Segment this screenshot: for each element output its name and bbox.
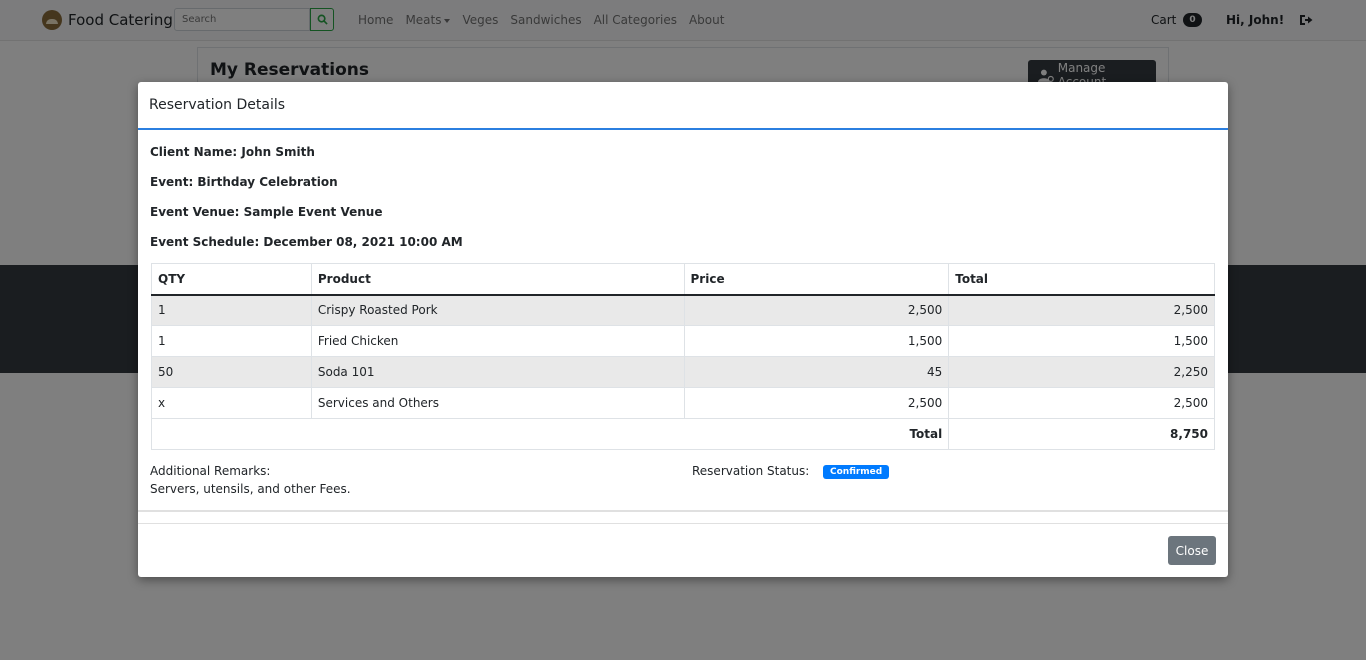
product-cell: Services and Others [310, 387, 685, 419]
event-schedule: Event Schedule: December 08, 2021 10:00 … [150, 235, 463, 249]
table-row: 50 Soda 101 45 2,250 [151, 356, 1215, 388]
price-cell: 2,500 [683, 294, 950, 326]
column-header-product: Product [310, 263, 685, 296]
modal-header: Reservation Details [138, 82, 1228, 130]
table-total-row: Total 8,750 [150, 418, 1215, 450]
event-venue: Event Venue: Sample Event Venue [150, 205, 383, 219]
modal-body-divider [138, 510, 1228, 512]
price-cell: 45 [683, 356, 950, 388]
reservation-details-modal: Reservation Details Client Name: John Sm… [138, 82, 1228, 577]
remarks-text: Servers, utensils, and other Fees. [150, 482, 351, 496]
qty-cell: 1 [151, 325, 312, 357]
product-cell: Crispy Roasted Pork [310, 294, 685, 326]
close-button[interactable]: Close [1168, 536, 1216, 565]
total-cell: 2,500 [948, 387, 1215, 419]
table-row: 1 Crispy Roasted Pork 2,500 2,500 [151, 294, 1215, 326]
table-row: 1 Fried Chicken 1,500 1,500 [151, 325, 1215, 357]
reservation-items-table: QTY Product Price Total 1 Crispy Roasted… [150, 263, 1215, 450]
column-header-price: Price [683, 263, 950, 296]
price-cell: 2,500 [683, 387, 950, 419]
total-cell: 1,500 [948, 325, 1215, 357]
column-header-qty: QTY [151, 263, 312, 296]
total-cell: 2,500 [948, 294, 1215, 326]
remarks-label: Additional Remarks: [150, 464, 271, 478]
modal-title: Reservation Details [149, 97, 286, 113]
status-badge: Confirmed [823, 465, 890, 479]
grand-total-value: 8,750 [948, 418, 1215, 450]
status-label: Reservation Status: [692, 464, 810, 478]
qty-cell: 1 [151, 294, 312, 326]
price-cell: 1,500 [683, 325, 950, 357]
qty-cell: 50 [151, 356, 312, 388]
product-cell: Soda 101 [310, 356, 685, 388]
event-name: Event: Birthday Celebration [150, 175, 338, 189]
table-row: x Services and Others 2,500 2,500 [151, 387, 1215, 419]
qty-cell: x [151, 387, 312, 419]
product-cell: Fried Chicken [310, 325, 685, 357]
client-name: Client Name: John Smith [150, 145, 315, 159]
table-header-row: QTY Product Price Total [151, 263, 1215, 296]
total-cell: 2,250 [948, 356, 1215, 388]
modal-footer-divider [138, 523, 1228, 524]
grand-total-label: Total [150, 418, 950, 450]
column-header-total: Total [948, 263, 1215, 296]
